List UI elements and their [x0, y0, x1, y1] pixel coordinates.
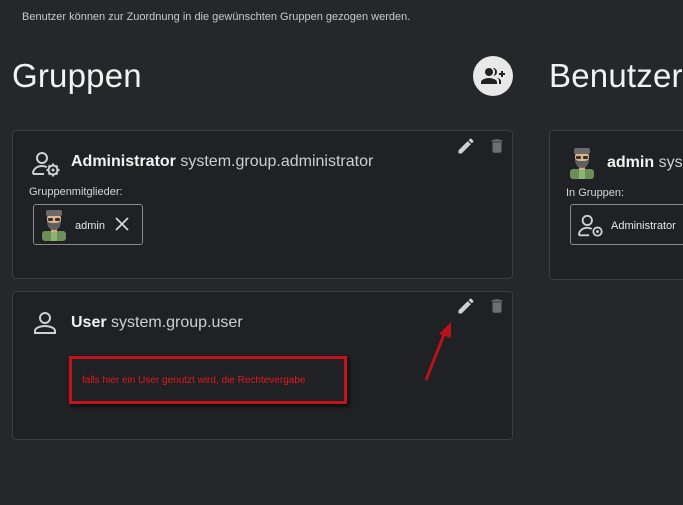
group-id: system.group.administrator — [180, 153, 374, 170]
drag-hint: Benutzer können zur Zuordnung in die gew… — [22, 11, 411, 23]
delete-icon[interactable] — [488, 296, 506, 316]
annotation-text: falls hier ein User genutzt wird, die Re… — [82, 375, 306, 386]
members-label: Gruppenmitglieder: — [29, 186, 123, 198]
group-settings-icon — [32, 152, 60, 177]
member-chip-label: admin — [75, 220, 105, 232]
add-group-button[interactable] — [473, 56, 513, 96]
edit-icon[interactable] — [456, 296, 476, 316]
user-name: admin — [607, 154, 655, 171]
in-groups-label: In Gruppen: — [566, 187, 625, 199]
group-title-administrator: Administrator system.group.administrator — [71, 153, 373, 171]
delete-icon[interactable] — [488, 136, 506, 156]
group-add-icon — [481, 68, 505, 84]
edit-icon[interactable] — [456, 136, 476, 156]
close-icon[interactable] — [114, 216, 130, 232]
person-icon — [34, 312, 56, 334]
annotation-arrow — [424, 322, 451, 381]
avatar — [42, 210, 66, 241]
users-heading: Benutzer — [549, 57, 683, 94]
group-id: system.group.user — [111, 314, 243, 331]
group-name: User — [71, 314, 107, 331]
group-chip-label: Administrator — [611, 220, 676, 232]
group-title-user: User system.group.user — [71, 314, 243, 332]
user-title-admin: admin sys — [607, 154, 683, 172]
groups-heading: Gruppen — [12, 57, 142, 94]
user-id: sys — [658, 154, 683, 171]
group-name: Administrator — [71, 153, 176, 170]
avatar — [570, 148, 594, 179]
group-settings-icon — [578, 214, 603, 237]
